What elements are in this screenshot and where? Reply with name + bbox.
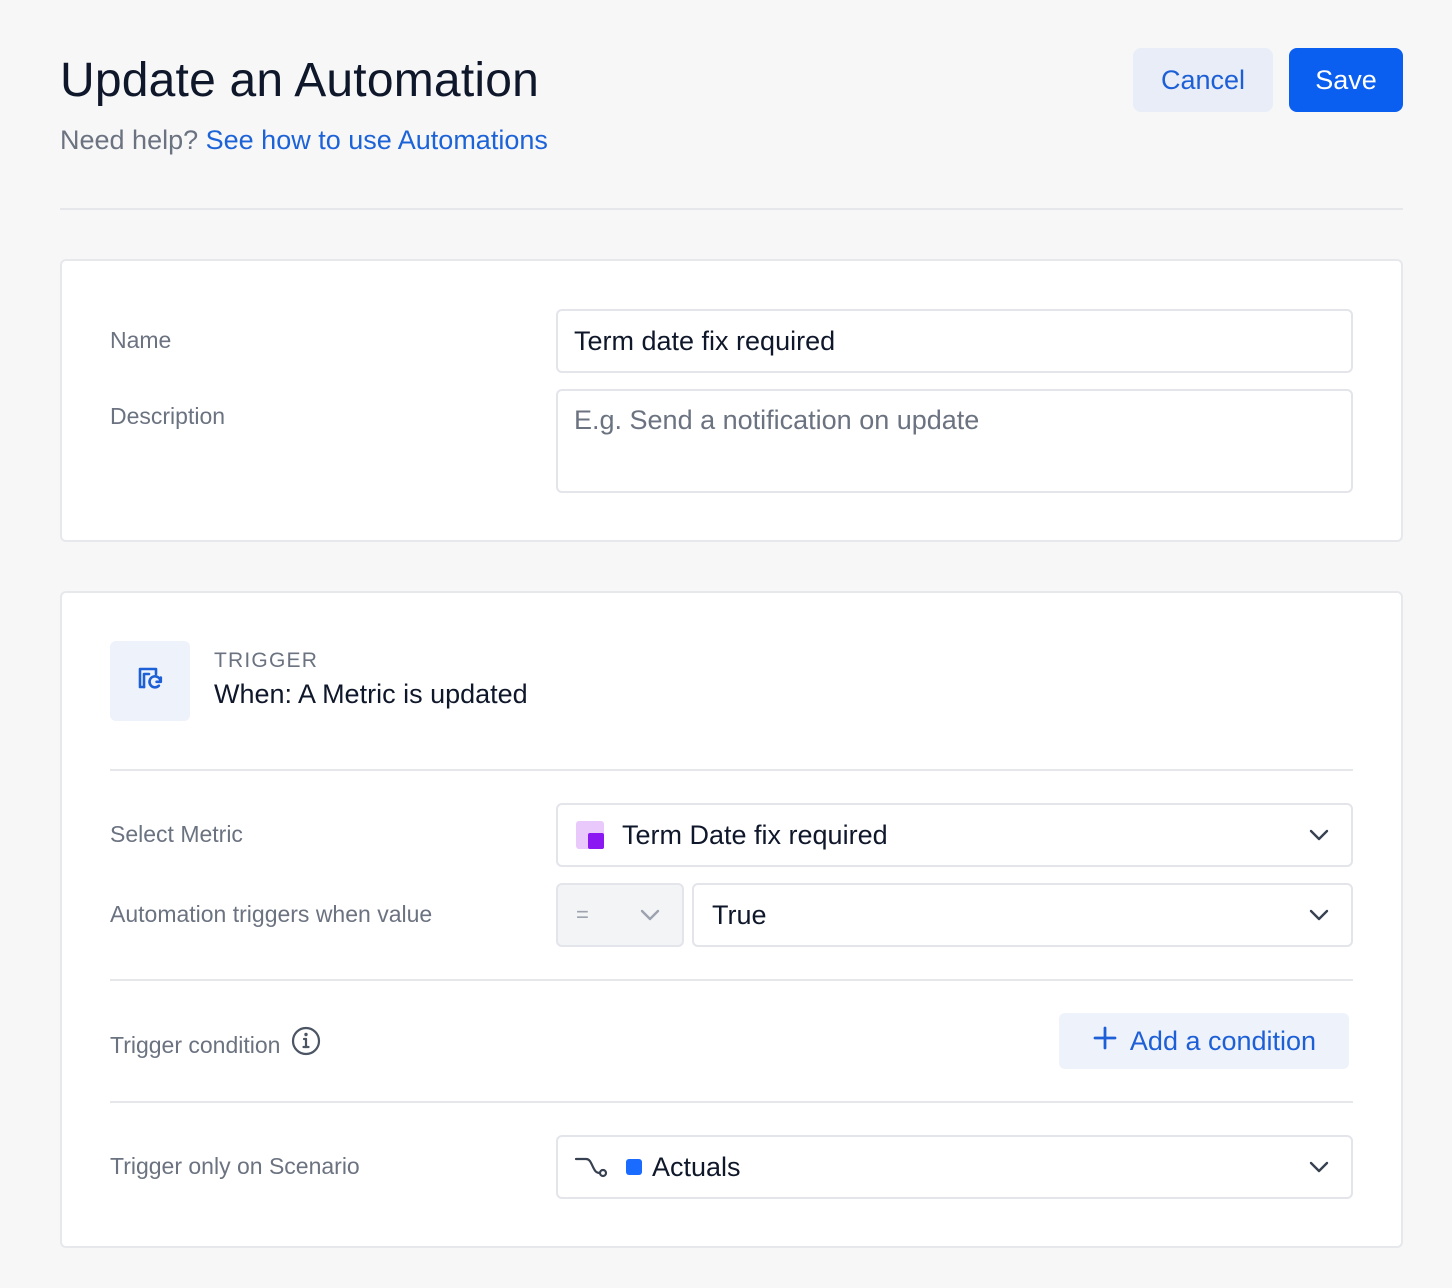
description-field-wrapper: [556, 389, 1353, 493]
branch-icon: [574, 1155, 608, 1179]
trigger-card: TRIGGER When: A Metric is updated Select…: [60, 591, 1403, 1248]
automation-editor-page: Update an Automation Need help? See how …: [0, 0, 1452, 1288]
page-title: Update an Automation: [60, 54, 540, 107]
trigger-condition-row: Trigger condition: [110, 1025, 322, 1064]
details-card: Name Description: [60, 259, 1403, 542]
scenario-select[interactable]: Actuals: [556, 1135, 1353, 1199]
scenario-color-dot: [626, 1159, 642, 1175]
add-condition-label: Add a condition: [1129, 1025, 1317, 1056]
trigger-icon-box: [110, 641, 190, 721]
cancel-button[interactable]: Cancel: [1133, 48, 1273, 112]
chevron-down-icon: [638, 903, 662, 927]
name-field-wrapper: [556, 309, 1353, 373]
description-label: Description: [110, 403, 226, 429]
trigger-condition-label: Trigger condition: [110, 1031, 281, 1058]
metric-refresh-icon: [134, 663, 166, 700]
scenario-select-label: Actuals: [652, 1151, 741, 1182]
page-header: Update an Automation Need help? See how …: [60, 48, 1403, 168]
description-textarea[interactable]: [558, 391, 1351, 491]
add-condition-button[interactable]: Add a condition: [1059, 1013, 1349, 1069]
scenario-select-value: Actuals: [574, 1137, 741, 1197]
header-divider: [60, 208, 1403, 210]
value-select[interactable]: True: [692, 883, 1353, 947]
metric-select[interactable]: Term Date fix required: [556, 803, 1353, 867]
scenario-label: Trigger only on Scenario: [110, 1153, 360, 1179]
metric-color-icon: [576, 821, 604, 849]
condition-divider: [110, 979, 1353, 981]
metric-select-value: Term Date fix required: [576, 805, 888, 865]
chevron-down-icon: [1307, 1155, 1331, 1179]
operator-select[interactable]: =: [556, 883, 684, 947]
trigger-title: When: A Metric is updated: [214, 679, 528, 709]
trigger-divider: [110, 769, 1353, 771]
metric-select-label: Term Date fix required: [622, 819, 888, 850]
save-button[interactable]: Save: [1289, 48, 1403, 112]
plus-icon: [1092, 1025, 1118, 1058]
operator-value: =: [576, 902, 589, 927]
help-text: Need help? See how to use Automations: [60, 122, 548, 158]
select-metric-label: Select Metric: [110, 821, 243, 847]
value-select-label: True: [712, 899, 767, 930]
name-input[interactable]: [558, 311, 1351, 371]
help-link[interactable]: See how to use Automations: [206, 125, 548, 155]
trigger-kicker: TRIGGER: [214, 649, 319, 672]
name-label: Name: [110, 327, 172, 353]
info-icon[interactable]: [290, 1025, 322, 1064]
help-prefix: Need help?: [60, 125, 199, 155]
chevron-down-icon: [1307, 823, 1331, 847]
chevron-down-icon: [1307, 903, 1331, 927]
scenario-divider: [110, 1101, 1353, 1103]
when-value-label: Automation triggers when value: [110, 901, 433, 927]
